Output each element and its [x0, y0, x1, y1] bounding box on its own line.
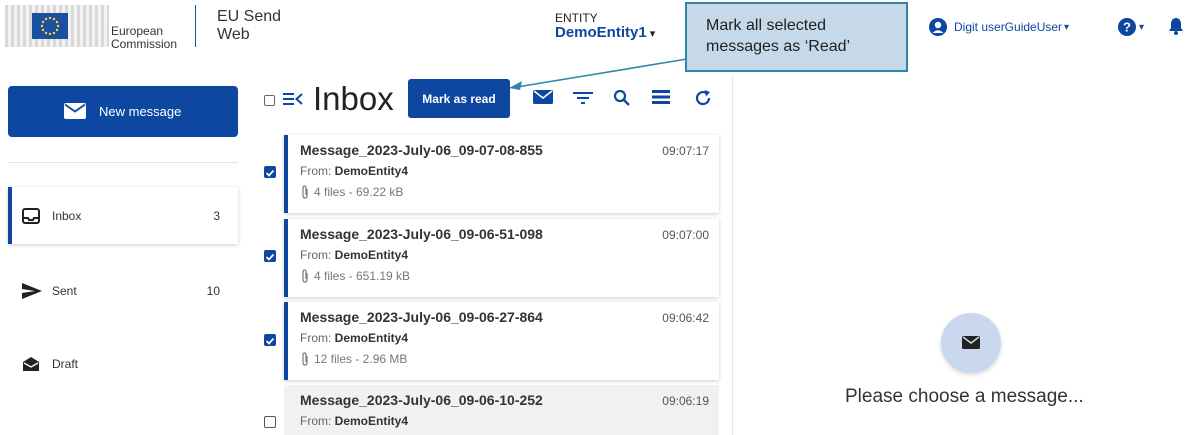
message-subject: Message_2023-July-06_09-06-51-098 [300, 226, 543, 242]
from-sender: DemoEntity4 [334, 331, 409, 345]
message-from: From: DemoEntity4 [300, 414, 408, 428]
from-sender: DemoEntity4 [334, 414, 409, 428]
message-checkbox[interactable] [264, 166, 276, 178]
menu-toggle-icon[interactable] [283, 91, 303, 107]
sidebar-item-label: Sent [52, 283, 77, 298]
message-from: From: DemoEntity4 [300, 331, 408, 345]
message-attachments: 4 files - 651.19 kB [300, 268, 410, 284]
check-icon [265, 337, 275, 345]
envelope-icon [64, 103, 86, 119]
from-prefix: From: [300, 414, 335, 428]
message-item[interactable]: Message_2023-July-06_09-07-08-855 09:07:… [284, 135, 719, 213]
logo-line2: Commission [111, 37, 178, 51]
attachment-info: 12 files - 2.96 MB [314, 352, 408, 366]
message-subject: Message_2023-July-06_09-07-08-855 [300, 142, 543, 158]
chevron-down-icon: ▾ [1064, 21, 1070, 33]
callout-line2: messages as ‘Read’ [706, 38, 851, 55]
help-icon: ? [1118, 18, 1136, 36]
message-item[interactable]: Message_2023-July-06_09-06-51-098 09:07:… [284, 219, 719, 297]
from-prefix: From: [300, 331, 335, 345]
message-time: 09:07:00 [662, 228, 709, 242]
from-sender: DemoEntity4 [334, 248, 409, 262]
message-subject: Message_2023-July-06_09-06-10-252 [300, 392, 543, 408]
empty-state-text: Please choose a message... [845, 386, 1084, 407]
envelope-icon[interactable] [533, 89, 553, 105]
draft-icon [23, 356, 39, 371]
send-icon [22, 282, 42, 299]
message-checkbox[interactable] [264, 416, 276, 428]
bell-icon[interactable] [1168, 17, 1184, 35]
user-icon [929, 18, 947, 36]
page-title: Inbox [313, 80, 394, 117]
list-icon[interactable] [652, 89, 670, 105]
mark-as-read-button[interactable]: Mark as read [408, 79, 510, 118]
new-message-label: New message [99, 104, 182, 119]
select-all-checkbox[interactable] [264, 95, 275, 106]
filter-icon[interactable] [573, 89, 593, 105]
message-checkbox[interactable] [264, 250, 276, 262]
entity-label: ENTITY [555, 11, 598, 25]
callout-line1: Mark all selected [706, 17, 827, 34]
app-title: EU Send Web [217, 8, 281, 44]
logo-graphic [5, 5, 109, 47]
message-from: From: DemoEntity4 [300, 248, 408, 262]
svg-text:?: ? [1123, 20, 1131, 35]
paperclip-icon [302, 352, 308, 366]
sidebar-item-count: 3 [213, 208, 220, 223]
sidebar-item-label: Draft [52, 356, 79, 371]
check-icon [265, 253, 275, 261]
message-time: 09:06:19 [662, 394, 709, 408]
from-prefix: From: [300, 164, 335, 178]
message-attachments: 12 files - 2.96 MB [300, 351, 407, 367]
sidebar-item-sent[interactable]: Sent 10 [8, 262, 238, 319]
message-time: 09:07:17 [662, 144, 709, 158]
chevron-down-icon: ▾ [649, 28, 656, 40]
message-attachments: 4 files - 69.22 kB [300, 184, 403, 200]
help-menu[interactable]: ? ▾ [1118, 18, 1144, 36]
sidebar-item-label: Inbox [52, 208, 82, 223]
user-menu[interactable]: Digit userGuideUser ▾ [928, 17, 1069, 37]
user-name: Digit userGuideUser [954, 20, 1063, 34]
sidebar-divider [8, 162, 238, 163]
from-prefix: From: [300, 248, 335, 262]
eu-flag-icon [32, 13, 68, 39]
paperclip-icon [302, 185, 308, 199]
empty-state-icon-circle [941, 313, 1001, 373]
message-time: 09:06:42 [662, 311, 709, 325]
inbox-icon [22, 207, 40, 224]
attachment-info: 4 files - 69.22 kB [314, 185, 404, 199]
entity-value-row: DemoEntity1 ▾ [555, 24, 655, 43]
message-item[interactable]: Message_2023-July-06_09-06-27-864 09:06:… [284, 302, 719, 380]
sidebar-item-count: 10 [206, 283, 220, 298]
message-subject: Message_2023-July-06_09-06-27-864 [300, 309, 543, 325]
paperclip-icon [302, 269, 308, 283]
entity-value: DemoEntity1 [555, 24, 647, 41]
european-commission-logo[interactable]: European Commission [5, 5, 195, 51]
refresh-icon[interactable] [694, 89, 712, 107]
attachment-info: 4 files - 651.19 kB [314, 269, 411, 283]
from-sender: DemoEntity4 [334, 164, 409, 178]
logo-text: European Commission [111, 25, 177, 51]
search-icon[interactable] [613, 89, 631, 107]
sidebar-item-inbox[interactable]: Inbox 3 [8, 187, 238, 244]
message-checkbox[interactable] [264, 334, 276, 346]
annotation-callout: Mark all selected messages as ‘Read’ [685, 2, 908, 72]
message-item[interactable]: Message_2023-July-06_09-06-10-252 09:06:… [284, 385, 719, 435]
message-from: From: DemoEntity4 [300, 164, 408, 178]
app-title-line2: Web [217, 26, 250, 43]
header-divider [195, 5, 196, 47]
chevron-down-icon: ▾ [1139, 21, 1145, 33]
check-icon [265, 169, 275, 177]
app-title-line1: EU Send [217, 8, 282, 25]
entity-selector[interactable]: ENTITY DemoEntity1 ▾ [555, 12, 655, 43]
envelope-icon [962, 336, 980, 349]
sidebar-item-draft[interactable]: Draft [8, 335, 238, 392]
new-message-button[interactable]: New message [8, 86, 238, 137]
